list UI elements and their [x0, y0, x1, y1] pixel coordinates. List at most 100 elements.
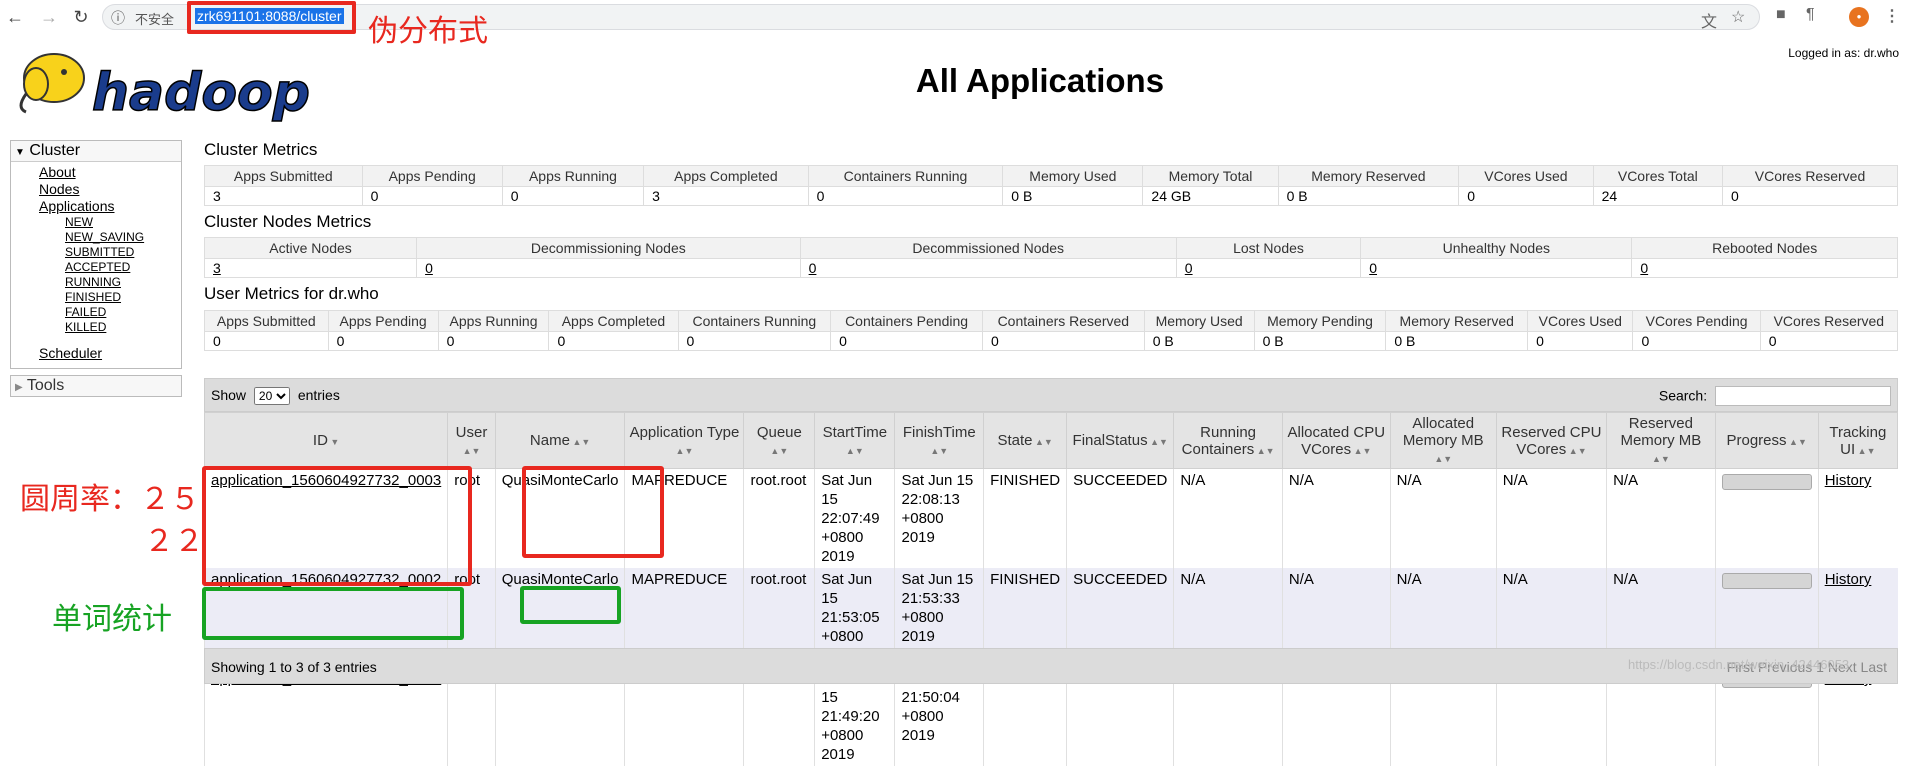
sidebar-item-failed[interactable]: FAILED	[11, 305, 181, 320]
sidebar: ▼ Cluster About Nodes Applications NEW N…	[10, 140, 182, 397]
search-input[interactable]	[1715, 386, 1891, 406]
column-header[interactable]: Running Containers ▲▼	[1173, 412, 1283, 469]
metric-value: 0 B	[1253, 331, 1387, 351]
sort-icon[interactable]: ▲▼	[1652, 454, 1670, 464]
column-header[interactable]: Tracking UI ▲▼	[1817, 412, 1899, 469]
sort-icon[interactable]: ▲▼	[1032, 437, 1053, 447]
wordcount-app-highlight-box	[202, 587, 464, 640]
bookmark-star-icon[interactable]: ☆	[1731, 7, 1745, 27]
column-header[interactable]: User ▲▼	[447, 412, 496, 469]
pi-names-highlight-box	[522, 466, 664, 558]
sort-icon[interactable]: ▲▼	[1787, 437, 1807, 447]
column-header[interactable]: Reserved CPU VCores ▲▼	[1495, 412, 1608, 469]
sidebar-item-about[interactable]: About	[11, 164, 181, 181]
metric-link[interactable]: 3	[213, 260, 221, 276]
pdf-extension-icon[interactable]: ■	[1776, 6, 1786, 24]
column-header[interactable]: Application Type ▲▼	[624, 412, 745, 469]
metric-header: Containers Running	[807, 165, 1004, 187]
metric-value[interactable]: 0	[1360, 258, 1633, 278]
translate-icon[interactable]: 文	[1701, 8, 1717, 32]
metric-link[interactable]: 0	[1640, 260, 1648, 276]
history-link[interactable]: History	[1825, 571, 1872, 588]
sidebar-item-new[interactable]: NEW	[11, 215, 181, 230]
sidebar-item-running[interactable]: RUNNING	[11, 275, 181, 290]
column-header[interactable]: StartTime ▲▼	[814, 412, 896, 469]
sidebar-item-accepted[interactable]: ACCEPTED	[11, 260, 181, 275]
column-header[interactable]: FinalStatus ▲▼	[1066, 412, 1175, 469]
back-icon[interactable]: ←	[4, 6, 26, 28]
sidebar-item-applications[interactable]: Applications	[11, 198, 181, 215]
page-size-select[interactable]: 20	[253, 387, 290, 405]
menu-icon[interactable]: ⋮	[1884, 6, 1900, 26]
sidebar-item-scheduler[interactable]: Scheduler	[11, 345, 181, 362]
column-header[interactable]: ID ▼	[203, 412, 449, 469]
metric-value: 0	[1458, 186, 1594, 206]
column-header[interactable]: Reserved Memory MB ▲▼	[1606, 412, 1716, 469]
metric-header: Memory Used	[1002, 165, 1144, 187]
sort-icon[interactable]: ▲▼	[770, 446, 788, 456]
cell-queue: root.root	[743, 468, 815, 568]
metric-value[interactable]: 0	[416, 258, 801, 278]
finish-time-line: Sat Jun 15	[901, 571, 974, 588]
cell-running: N/A	[1173, 468, 1283, 568]
cell-final: SUCCEEDED	[1066, 468, 1174, 568]
profile-avatar[interactable]: ●	[1849, 7, 1869, 27]
cluster-header[interactable]: ▼ Cluster	[11, 141, 181, 162]
finish-time-line: 21:53:33	[901, 590, 960, 607]
column-header-label: Progress	[1726, 432, 1787, 449]
metric-value[interactable]: 0	[799, 258, 1177, 278]
metric-link[interactable]: 0	[1369, 260, 1377, 276]
column-header[interactable]: Name ▲▼	[494, 412, 626, 469]
sort-icon[interactable]: ▲▼	[570, 437, 590, 447]
forward-icon[interactable]: →	[38, 6, 60, 28]
metric-value[interactable]: 0	[1175, 258, 1362, 278]
sort-icon[interactable]: ▲▼	[1855, 446, 1876, 456]
sort-icon[interactable]: ▲▼	[1254, 446, 1275, 456]
column-header[interactable]: Allocated Memory MB ▲▼	[1389, 412, 1497, 469]
sidebar-item-finished[interactable]: FINISHED	[11, 290, 181, 305]
metric-value: 0	[327, 331, 439, 351]
sort-icon[interactable]: ▲▼	[676, 446, 694, 456]
metric-header: Memory Used	[1143, 310, 1255, 332]
start-time-line: Sat Jun 15	[821, 472, 873, 508]
metric-header: Apps Running	[501, 165, 645, 187]
column-header[interactable]: Progress ▲▼	[1714, 412, 1819, 469]
metric-link[interactable]: 0	[425, 260, 433, 276]
metric-value: 0	[437, 331, 550, 351]
cluster-panel: ▼ Cluster About Nodes Applications NEW N…	[10, 140, 182, 369]
sort-icon[interactable]: ▲▼	[1351, 446, 1372, 456]
column-header[interactable]: State ▲▼	[983, 412, 1068, 469]
finish-time-line: +0800 2019	[901, 609, 944, 645]
column-header-label: ID	[312, 432, 328, 449]
metric-link[interactable]: 0	[809, 260, 817, 276]
paragraph-extension-icon[interactable]: ¶	[1806, 6, 1815, 24]
metric-value: 0	[981, 331, 1145, 351]
tools-panel[interactable]: ▶ Tools	[10, 375, 182, 397]
metric-value[interactable]: 3	[203, 258, 418, 278]
column-header[interactable]: FinishTime ▲▼	[894, 412, 985, 469]
progress-bar	[1721, 474, 1812, 490]
sidebar-item-new-saving[interactable]: NEW_SAVING	[11, 230, 181, 245]
metric-value[interactable]: 0	[1631, 258, 1898, 278]
column-header[interactable]: Queue ▲▼	[743, 412, 816, 469]
sidebar-item-nodes[interactable]: Nodes	[11, 181, 181, 198]
finish-time-line: +0800 2019	[901, 510, 944, 546]
entries-label: entries	[297, 387, 340, 403]
sidebar-item-killed[interactable]: KILLED	[11, 320, 181, 335]
history-link[interactable]: History	[1825, 472, 1872, 489]
sort-icon[interactable]: ▲▼	[1434, 454, 1452, 464]
sort-icon[interactable]: ▼	[328, 437, 339, 447]
sort-icon[interactable]: ▲▼	[1566, 446, 1587, 456]
sort-icon[interactable]: ▲▼	[846, 446, 864, 456]
sort-icon[interactable]: ▲▼	[930, 446, 948, 456]
metric-header: Apps Pending	[361, 165, 503, 187]
page-size-control: Show 20 entries	[211, 387, 340, 405]
column-header[interactable]: Allocated CPU VCores ▲▼	[1281, 412, 1391, 469]
reload-icon[interactable]: ↻	[70, 6, 92, 28]
sidebar-item-submitted[interactable]: SUBMITTED	[11, 245, 181, 260]
sort-icon[interactable]: ▲▼	[1148, 437, 1168, 447]
column-header-label: Reserved Memory MB	[1620, 415, 1702, 449]
sort-icon[interactable]: ▲▼	[463, 446, 481, 456]
metric-link[interactable]: 0	[1185, 260, 1193, 276]
info-icon[interactable]: ⓘ	[111, 8, 125, 28]
